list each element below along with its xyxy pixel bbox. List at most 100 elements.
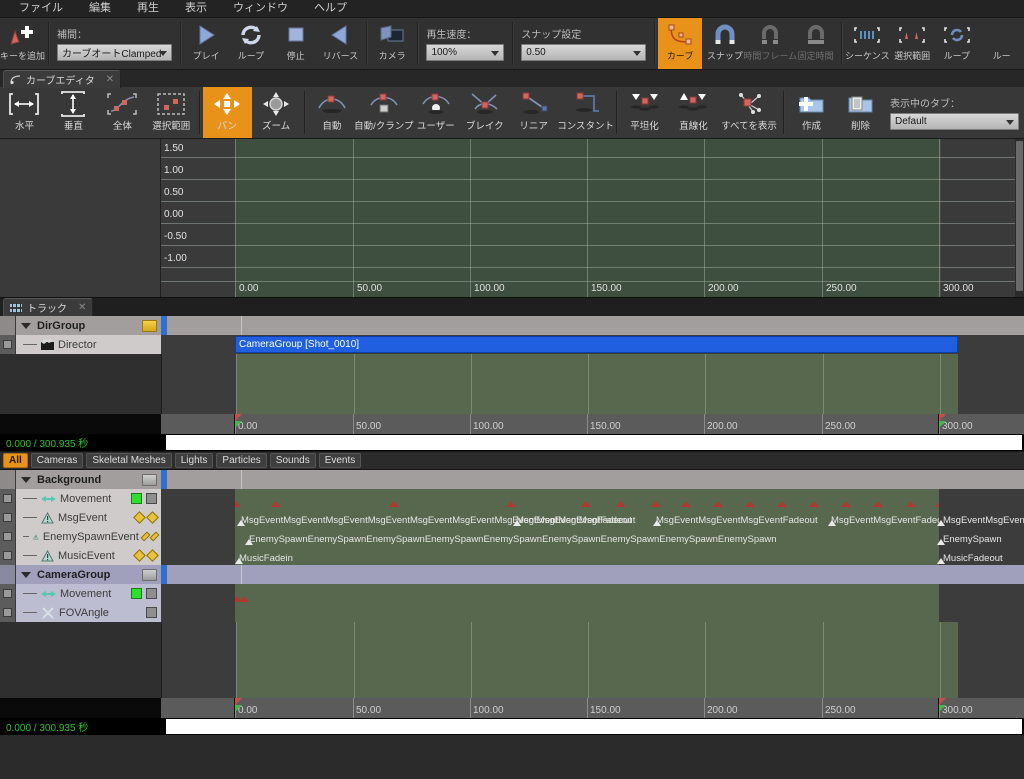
event-label[interactable]: MsgEventMsgEventFadeout xyxy=(831,515,950,526)
event-chip-left[interactable] xyxy=(140,531,151,542)
director-lane[interactable]: CameraGroup [Shot_0010] xyxy=(161,335,1024,354)
loop-start-marker[interactable] xyxy=(939,698,946,705)
reverse-button[interactable]: リバース xyxy=(318,18,363,69)
close-icon[interactable]: ✕ xyxy=(106,74,114,85)
filter-lights[interactable]: Lights xyxy=(174,453,214,468)
event-chip-right[interactable] xyxy=(146,511,159,524)
straighten-button[interactable]: 直線化 xyxy=(669,87,718,138)
play-button[interactable]: プレイ xyxy=(184,18,229,69)
snap-toggle-button[interactable]: スナップ xyxy=(702,18,747,69)
track-row-background-msgevent[interactable]: MsgEvent MsgEventMsgEventMsgEventMsgEven… xyxy=(0,508,1024,527)
track-row-camera-movement[interactable]: Movement xyxy=(0,584,1024,603)
event-chip-left[interactable] xyxy=(133,549,146,562)
row-checkbox-cell[interactable] xyxy=(0,508,16,527)
row-checkbox-cell[interactable] xyxy=(0,527,16,546)
loop-end-marker[interactable] xyxy=(939,421,946,428)
folder-icon[interactable] xyxy=(142,473,157,486)
event-label-right[interactable]: EnemySpawn xyxy=(943,534,1002,545)
camera-button[interactable]: カメラ xyxy=(370,18,415,69)
track-curve-toggle[interactable] xyxy=(146,493,157,504)
menu-item-edit[interactable]: 編集 xyxy=(76,0,124,17)
event-label-right[interactable]: MsgEventMsgEventFadeout xyxy=(943,515,1024,526)
group-name-cell[interactable]: Background xyxy=(16,470,161,489)
visibility-checkbox[interactable] xyxy=(3,340,12,349)
interp-auto-clamped-button[interactable]: 自動/クランプ xyxy=(354,87,414,138)
event-label[interactable]: EnemySpawnEnemySpawnEnemySpawnEnemySpawn… xyxy=(249,534,777,545)
track-row-background-enemyspawnevent[interactable]: EnemySpawnEvent EnemySpawnEnemySpawnEnem… xyxy=(0,527,1024,546)
speed-combo[interactable]: 100% xyxy=(426,44,505,61)
visibility-checkbox[interactable] xyxy=(3,513,12,522)
group-row-cameragroup[interactable]: CameraGroup xyxy=(0,565,1024,584)
chevron-down-icon[interactable] xyxy=(21,322,31,329)
director-timebar[interactable]: 0.00 50.00 100.00 150.00 200.00 250.00 3… xyxy=(161,414,1024,434)
track-row-camera-fovangle[interactable]: FOVAngle xyxy=(0,603,1024,622)
track-row-director[interactable]: Director CameraGroup [Shot_0010] xyxy=(0,335,1024,354)
row-checkbox-cell[interactable] xyxy=(0,335,16,354)
menu-item-help[interactable]: ヘルプ xyxy=(301,0,360,17)
loop-end-marker[interactable] xyxy=(235,421,242,428)
group-lane[interactable] xyxy=(167,470,1024,489)
folder-icon[interactable] xyxy=(142,568,157,581)
visibility-checkbox[interactable] xyxy=(3,551,12,560)
filter-skeletal-meshes[interactable]: Skeletal Meshes xyxy=(86,453,172,468)
menu-item-view[interactable]: 表示 xyxy=(172,0,220,17)
event-label[interactable]: MsgEventMsgEventMsgEventFadeout xyxy=(656,515,818,526)
group-row-dirgroup[interactable]: DirGroup xyxy=(0,316,1024,335)
curve-graph-plot[interactable] xyxy=(235,139,941,297)
director-shot-bar[interactable]: CameraGroup [Shot_0010] xyxy=(235,336,958,353)
track-name-cell[interactable]: Movement xyxy=(16,489,161,508)
camera-fov-lane[interactable] xyxy=(161,603,1024,622)
zoom-button[interactable]: ズーム xyxy=(252,87,301,138)
row-checkbox-cell[interactable] xyxy=(0,489,16,508)
filter-particles[interactable]: Particles xyxy=(216,453,267,468)
sequence-button[interactable]: シーケンス xyxy=(845,18,890,69)
event-chip-right[interactable] xyxy=(149,531,160,542)
group-lane[interactable] xyxy=(167,316,1024,335)
show-all-button[interactable]: すべてを表示 xyxy=(718,87,780,138)
track-name-cell[interactable]: FOVAngle xyxy=(16,603,161,622)
camera-movement-lane[interactable] xyxy=(161,584,1024,603)
interp-user-button[interactable]: ユーザー xyxy=(411,87,460,138)
event-label-right[interactable]: MusicFadeout xyxy=(943,553,1003,564)
visible-tab-combo[interactable]: Default xyxy=(889,113,1019,130)
pan-button[interactable]: パン xyxy=(202,87,252,138)
folder-icon[interactable] xyxy=(142,319,157,332)
flatten-button[interactable]: 平坦化 xyxy=(620,87,669,138)
interp-break-button[interactable]: ブレイク xyxy=(460,87,509,138)
loop-end-marker[interactable] xyxy=(939,705,946,712)
track-name-cell[interactable]: Director xyxy=(16,335,161,354)
visibility-checkbox[interactable] xyxy=(3,494,12,503)
msgevent-lane[interactable]: MsgEventMsgEventMsgEventMsgEventMsgEvent… xyxy=(161,508,1024,527)
close-icon[interactable]: ✕ xyxy=(78,302,86,313)
add-key-button[interactable]: キーを追加 xyxy=(0,18,45,69)
fit-selection-button[interactable]: 選択範囲 xyxy=(147,87,196,138)
event-label[interactable]: MsgEventMsgEventFadeout xyxy=(516,515,635,526)
delete-tab-button[interactable]: 削除 xyxy=(836,87,885,138)
director-scroll-track[interactable] xyxy=(166,435,1022,450)
row-checkbox-cell[interactable] xyxy=(0,546,16,565)
curve-graph-area[interactable]: 1.50 1.00 0.50 0.00 -0.50 -1.00 0.00 50.… xyxy=(161,139,1024,297)
track-row-background-musicevent[interactable]: MusicEvent MusicFadein MusicFadeout xyxy=(0,546,1024,565)
tab-tracks[interactable]: トラック ✕ xyxy=(3,298,94,316)
menu-item-play[interactable]: 再生 xyxy=(124,0,172,17)
track-color-chip[interactable] xyxy=(131,588,142,599)
visibility-checkbox[interactable] xyxy=(3,608,12,617)
curve-graph-panel[interactable]: 1.50 1.00 0.50 0.00 -0.50 -1.00 0.00 50.… xyxy=(0,139,1024,297)
event-label[interactable]: MusicFadein xyxy=(239,553,293,564)
track-name-cell[interactable]: MsgEvent xyxy=(16,508,161,527)
group-lane[interactable] xyxy=(167,565,1024,584)
loop-start-marker[interactable] xyxy=(235,414,242,421)
row-checkbox-cell[interactable] xyxy=(0,584,16,603)
interp-linear-button[interactable]: リニア xyxy=(509,87,558,138)
curve-toggle-button[interactable]: カーブ xyxy=(657,18,703,69)
filter-sounds[interactable]: Sounds xyxy=(269,453,316,468)
fixed-time-button[interactable]: 固定時間 xyxy=(793,18,838,69)
interp-auto-button[interactable]: 自動 xyxy=(307,87,356,138)
enemyspawn-lane[interactable]: EnemySpawnEnemySpawnEnemySpawnEnemySpawn… xyxy=(161,527,1024,546)
event-chip-left[interactable] xyxy=(133,511,146,524)
loop-overflow-button[interactable]: ルー xyxy=(979,18,1024,69)
musicevent-lane[interactable]: MusicFadein MusicFadeout xyxy=(161,546,1024,565)
fit-all-button[interactable]: 全体 xyxy=(98,87,147,138)
track-row-background-movement[interactable]: Movement xyxy=(0,489,1024,508)
filter-events[interactable]: Events xyxy=(318,453,362,468)
